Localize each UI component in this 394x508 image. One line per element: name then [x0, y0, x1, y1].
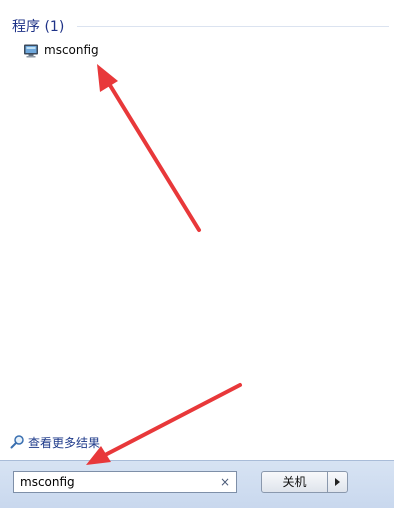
group-divider	[77, 26, 389, 27]
see-more-label: 查看更多结果	[28, 436, 101, 450]
group-title: 程序 (1)	[12, 19, 65, 35]
programs-group-header: 程序 (1)	[9, 14, 389, 36]
msconfig-app-icon	[23, 43, 39, 59]
magnifier-icon	[10, 434, 25, 449]
result-label: msconfig	[44, 43, 99, 57]
clear-search-icon[interactable]: ×	[220, 474, 230, 490]
chevron-right-icon	[335, 478, 340, 486]
search-input[interactable]	[20, 473, 210, 491]
search-box[interactable]: ×	[13, 471, 237, 493]
search-results-pane: 程序 (1) msconfig 查看更多结果	[0, 0, 394, 460]
see-more-results-link[interactable]: 查看更多结果	[9, 432, 129, 452]
shutdown-button[interactable]: 关机	[261, 471, 328, 493]
shutdown-options-button[interactable]	[327, 471, 348, 493]
start-menu-bottom-bar: × 关机	[0, 460, 394, 508]
result-item-msconfig[interactable]: msconfig	[19, 40, 189, 62]
